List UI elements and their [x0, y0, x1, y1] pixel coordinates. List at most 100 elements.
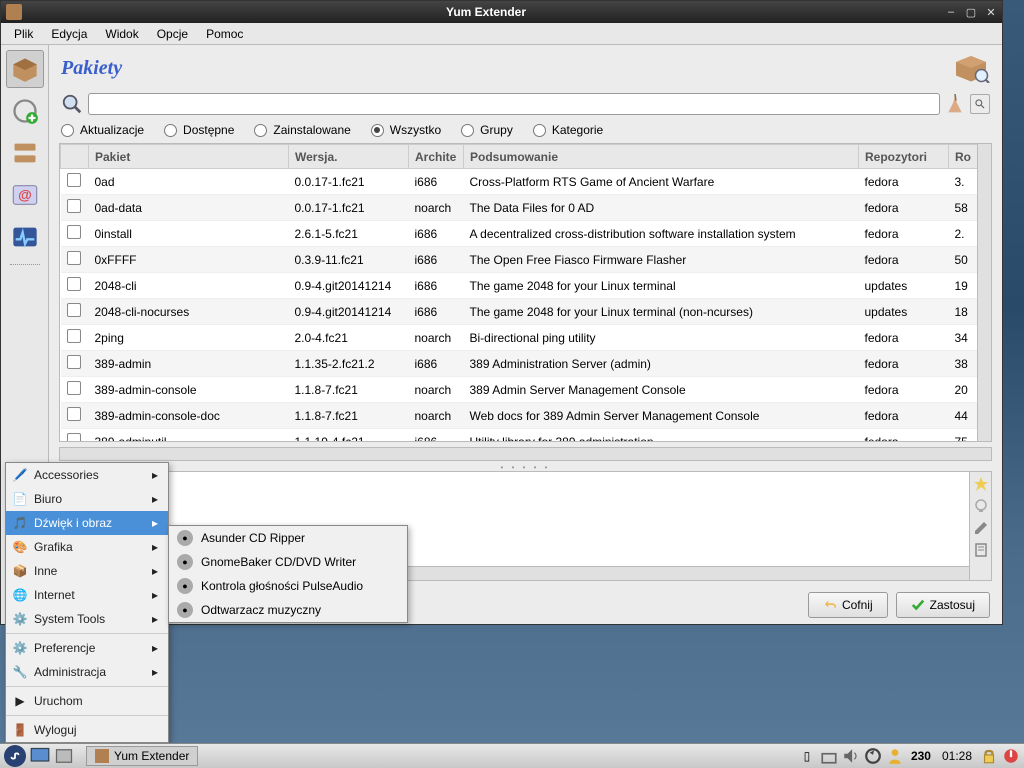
- search-options-icon[interactable]: [970, 94, 990, 114]
- tray-network-icon[interactable]: [820, 747, 838, 765]
- package-checkbox[interactable]: [67, 173, 81, 187]
- search-input[interactable]: [88, 93, 940, 115]
- clear-icon[interactable]: [945, 94, 965, 114]
- package-name: 389-admin-console-doc: [89, 403, 289, 429]
- package-row[interactable]: 389-admin-console-doc 1.1.8-7.fc21 noarc…: [61, 403, 978, 429]
- start-item[interactable]: 🎨 Grafika ▸: [6, 535, 168, 559]
- package-row[interactable]: 389-adminutil 1.1.19-4.fc21 i686 Utility…: [61, 429, 978, 442]
- filter-updates[interactable]: Aktualizacje: [61, 123, 144, 137]
- package-row[interactable]: 2048-cli 0.9-4.git20141214 i686 The game…: [61, 273, 978, 299]
- col-size[interactable]: Ro: [949, 145, 978, 169]
- table-horizontal-scrollbar[interactable]: [59, 447, 992, 461]
- sidebar-repos[interactable]: [6, 134, 44, 172]
- start-button[interactable]: [4, 745, 26, 767]
- package-size: 44: [949, 403, 978, 429]
- tray-count[interactable]: 230: [908, 749, 934, 763]
- package-arch: i686: [409, 247, 464, 273]
- menu-view[interactable]: Widok: [97, 25, 146, 43]
- package-name: 389-admin: [89, 351, 289, 377]
- tray-updates-icon[interactable]: [864, 747, 882, 765]
- submenu-item[interactable]: ● GnomeBaker CD/DVD Writer: [169, 550, 407, 574]
- start-item[interactable]: 🔧 Administracja ▸: [6, 660, 168, 684]
- show-desktop-button[interactable]: [30, 746, 50, 766]
- col-repo[interactable]: Repozytori: [859, 145, 949, 169]
- col-summary[interactable]: Podsumowanie: [464, 145, 859, 169]
- tray-battery-icon[interactable]: ▯: [798, 747, 816, 765]
- col-arch[interactable]: Archite: [409, 145, 464, 169]
- submenu-item[interactable]: ● Kontrola głośności PulseAudio: [169, 574, 407, 598]
- submenu-item[interactable]: ● Odtwarzacz muzyczny: [169, 598, 407, 622]
- filter-categories[interactable]: Kategorie: [533, 123, 603, 137]
- col-checkbox[interactable]: [61, 145, 89, 169]
- package-checkbox[interactable]: [67, 251, 81, 265]
- col-version[interactable]: Wersja.: [289, 145, 409, 169]
- package-row[interactable]: 2048-cli-nocurses 0.9-4.git20141214 i686…: [61, 299, 978, 325]
- filter-all[interactable]: Wszystko: [371, 123, 441, 137]
- package-repo: fedora: [859, 351, 949, 377]
- tray-logout-icon[interactable]: [1002, 747, 1020, 765]
- start-item[interactable]: ▶ Uruchom: [6, 689, 168, 713]
- menu-file[interactable]: Plik: [6, 25, 41, 43]
- menu-edit[interactable]: Edycja: [43, 25, 95, 43]
- titlebar[interactable]: Yum Extender – ▢ ✕: [1, 1, 1002, 23]
- package-version: 1.1.8-7.fc21: [289, 403, 409, 429]
- package-checkbox[interactable]: [67, 355, 81, 369]
- start-item[interactable]: ⚙️ Preferencje ▸: [6, 636, 168, 660]
- start-item[interactable]: 📄 Biuro ▸: [6, 487, 168, 511]
- filter-groups[interactable]: Grupy: [461, 123, 513, 137]
- filter-installed[interactable]: Zainstalowane: [254, 123, 350, 137]
- splitter[interactable]: • • • • •: [49, 463, 1002, 471]
- start-item[interactable]: 📦 Inne ▸: [6, 559, 168, 583]
- package-row[interactable]: 0ad-data 0.0.17-1.fc21 noarch The Data F…: [61, 195, 978, 221]
- apply-button[interactable]: Zastosuj: [896, 592, 990, 618]
- sidebar-packages[interactable]: [6, 50, 44, 88]
- package-name: 0xFFFF: [89, 247, 289, 273]
- package-checkbox[interactable]: [67, 277, 81, 291]
- package-checkbox[interactable]: [67, 407, 81, 421]
- start-item[interactable]: 🖊️ Accessories ▸: [6, 463, 168, 487]
- edit-icon[interactable]: [973, 520, 989, 536]
- close-button[interactable]: ✕: [985, 6, 997, 18]
- menu-help[interactable]: Pomoc: [198, 25, 251, 43]
- package-checkbox[interactable]: [67, 329, 81, 343]
- document-icon[interactable]: [973, 542, 989, 558]
- package-checkbox[interactable]: [67, 199, 81, 213]
- start-item[interactable]: ⚙️ System Tools ▸: [6, 607, 168, 631]
- start-item[interactable]: 🌐 Internet ▸: [6, 583, 168, 607]
- package-row[interactable]: 0install 2.6.1-5.fc21 i686 A decentraliz…: [61, 221, 978, 247]
- package-row[interactable]: 0ad 0.0.17-1.fc21 i686 Cross-Platform RT…: [61, 169, 978, 195]
- package-name: 389-adminutil: [89, 429, 289, 442]
- app-icon: ●: [177, 578, 193, 594]
- table-vertical-scrollbar[interactable]: [977, 144, 991, 441]
- star-icon[interactable]: [973, 476, 989, 492]
- taskbar-yum-extender[interactable]: Yum Extender: [86, 746, 198, 766]
- check-icon: [911, 598, 925, 612]
- package-checkbox[interactable]: [67, 303, 81, 317]
- start-item[interactable]: 🎵 Dźwięk i obraz ▸: [6, 511, 168, 535]
- package-checkbox[interactable]: [67, 433, 81, 441]
- package-checkbox[interactable]: [67, 381, 81, 395]
- tray-volume-icon[interactable]: [842, 747, 860, 765]
- start-item[interactable]: 🚪 Wyloguj: [6, 718, 168, 742]
- tray-lock-icon[interactable]: [980, 747, 998, 765]
- sidebar-queue[interactable]: [6, 92, 44, 130]
- menu-options[interactable]: Opcje: [149, 25, 196, 43]
- submenu-item[interactable]: ● Asunder CD Ripper: [169, 526, 407, 550]
- package-row[interactable]: 0xFFFF 0.3.9-11.fc21 i686 The Open Free …: [61, 247, 978, 273]
- maximize-button[interactable]: ▢: [965, 6, 977, 18]
- minimize-button[interactable]: –: [945, 6, 957, 18]
- lightbulb-icon[interactable]: [973, 498, 989, 514]
- package-row[interactable]: 389-admin-console 1.1.8-7.fc21 noarch 38…: [61, 377, 978, 403]
- sidebar-output[interactable]: [6, 218, 44, 256]
- package-row[interactable]: 389-admin 1.1.35-2.fc21.2 i686 389 Admin…: [61, 351, 978, 377]
- col-name[interactable]: Pakiet: [89, 145, 289, 169]
- sidebar-history[interactable]: @: [6, 176, 44, 214]
- undo-button[interactable]: Cofnij: [808, 592, 888, 618]
- package-checkbox[interactable]: [67, 225, 81, 239]
- package-arch: noarch: [409, 377, 464, 403]
- tray-clock[interactable]: 01:28: [938, 749, 976, 763]
- tray-user-icon[interactable]: [886, 747, 904, 765]
- filter-available[interactable]: Dostępne: [164, 123, 234, 137]
- package-row[interactable]: 2ping 2.0-4.fc21 noarch Bi-directional p…: [61, 325, 978, 351]
- file-manager-button[interactable]: [54, 746, 74, 766]
